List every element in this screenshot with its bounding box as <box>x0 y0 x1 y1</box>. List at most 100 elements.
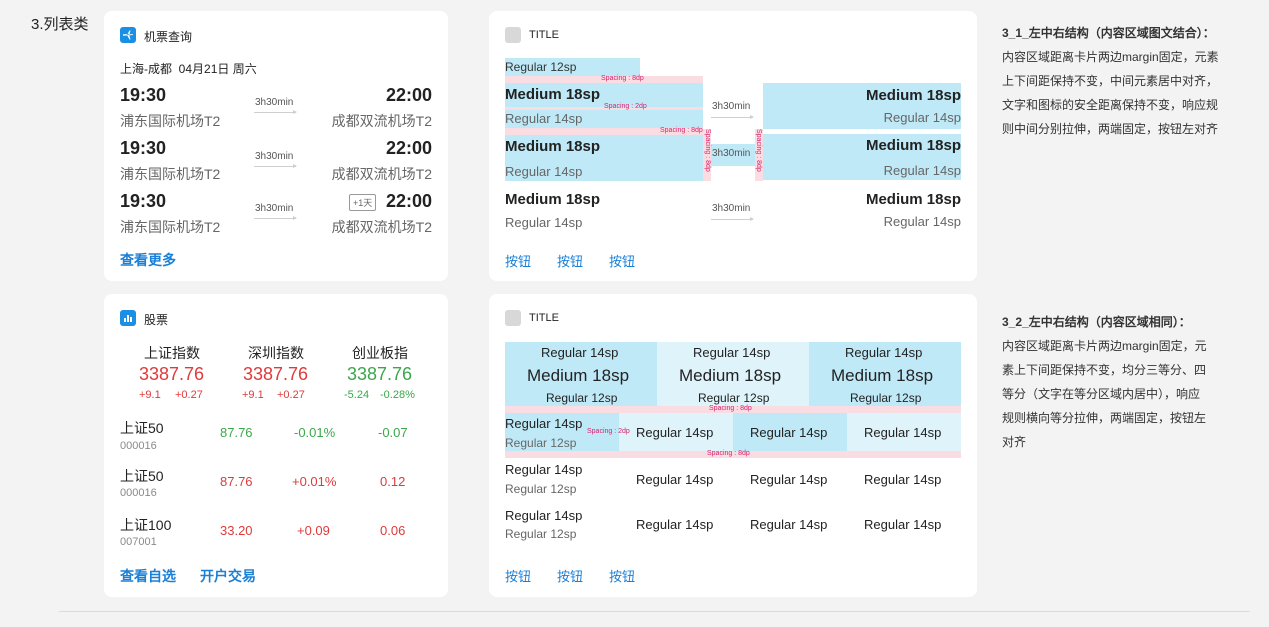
regular-12-label: Regular 12sp <box>546 391 618 405</box>
regular-14-label: Regular 14sp <box>505 416 583 431</box>
button-link[interactable]: 按钮 <box>505 251 531 270</box>
button-link[interactable]: 按钮 <box>557 251 583 270</box>
duration: 3h30min <box>712 148 751 159</box>
arrival-time: 22:00 <box>385 191 432 211</box>
stock-name: 上证100 <box>120 517 172 533</box>
departure-time: 19:30 <box>120 85 167 105</box>
stock-code: 000016 <box>120 440 157 452</box>
note-1: 3_1_左中右结构（内容区域图文结合）： 内容区域距离卡片两边margin固定，… <box>1002 21 1252 141</box>
route-text: 上海-成都 <box>120 62 172 76</box>
divider <box>59 611 1250 612</box>
duration-arrow <box>254 164 297 168</box>
spacing-label: Spacing : 8dp <box>709 405 752 412</box>
button-link[interactable]: 按钮 <box>557 566 583 585</box>
note-line: 规则横向等分拉伸，两端固定，按钮左 <box>1002 411 1207 425</box>
index-name: 创业板指 <box>352 345 408 361</box>
placeholder-icon <box>505 27 521 43</box>
regular-14-label: Regular 14sp <box>750 472 828 487</box>
regular-14-label: Regular 14sp <box>864 517 942 532</box>
spacing-label: Spacing : 2dp <box>587 428 630 435</box>
stock-change: 0.12 <box>380 474 406 489</box>
stock-percent: +0.01% <box>292 474 337 489</box>
button-link[interactable]: 按钮 <box>505 566 531 585</box>
index-percent: -0.28% <box>380 389 415 401</box>
departure-time: 19:30 <box>120 191 167 211</box>
spec-card-title: TITLE <box>529 29 559 41</box>
spec-card-2: TITLE Regular 14sp Medium 18sp Regular 1… <box>489 294 977 597</box>
regular-12-label: Regular 12sp <box>698 391 770 405</box>
duration-arrow <box>254 216 297 220</box>
duration: 3h30min <box>712 101 751 112</box>
button-link[interactable]: 按钮 <box>609 251 635 270</box>
arrival-time: 22:00 <box>385 85 432 105</box>
note-2: 3_2_左中右结构（内容区域相同）： 内容区域距离卡片两边margin固定，元 … <box>1002 310 1252 454</box>
stock-code: 000016 <box>120 487 157 499</box>
regular-14-label: Regular 14sp <box>505 508 583 523</box>
stock-code: 007001 <box>120 536 157 548</box>
regular-14-label: Regular 14sp <box>750 425 828 440</box>
stock-change: -0.07 <box>378 425 408 440</box>
note-line: 文字和图标的安全距离保持不变，响应规 <box>1002 98 1219 112</box>
spec-card-title: TITLE <box>529 312 559 324</box>
regular-14-label: Regular 14sp <box>864 472 942 487</box>
regular-12-label: Regular 12sp <box>505 60 577 74</box>
button-link[interactable]: 按钮 <box>609 566 635 585</box>
note-line: 上下间距保持不变，中间元素居中对齐， <box>1002 74 1219 88</box>
medium-18-label: Medium 18sp <box>679 366 782 385</box>
note-heading: 3_2_左中右结构（内容区域相同）： <box>1002 315 1191 329</box>
medium-18-label: Medium 18sp <box>865 191 961 208</box>
index-value: 3387.76 <box>139 364 205 384</box>
open-account-link[interactable]: 开户交易 <box>200 566 256 586</box>
arrival-airport: 成都双流机场T2 <box>331 166 432 182</box>
regular-14-label: Regular 14sp <box>636 517 714 532</box>
index-percent: +0.27 <box>175 389 203 401</box>
duration: 3h30min <box>255 151 294 162</box>
regular-14-label: Regular 14sp <box>636 425 714 440</box>
note-line: 素上下间距保持不变，均分三等分、四 <box>1002 363 1207 377</box>
duration-arrow <box>254 110 297 114</box>
medium-18-label: Medium 18sp <box>831 366 934 385</box>
view-more-link[interactable]: 查看更多 <box>120 250 176 270</box>
placeholder-icon <box>505 310 521 326</box>
airplane-icon <box>120 27 136 43</box>
index-name: 上证指数 <box>144 345 200 361</box>
note-line: 内容区域距离卡片两边margin固定，元 <box>1002 339 1207 353</box>
flight-route: 上海-成都 04月21日 周六 <box>120 60 257 77</box>
index-value: 3387.76 <box>243 364 309 384</box>
regular-14-label: Regular 14sp <box>693 345 771 360</box>
stock-price: 33.20 <box>220 523 253 538</box>
medium-18-label: Medium 18sp <box>505 138 601 155</box>
regular-12-label: Regular 12sp <box>505 527 577 541</box>
stock-name: 上证50 <box>120 420 164 436</box>
departure-airport: 浦东国际机场T2 <box>120 113 221 129</box>
watchlist-link[interactable]: 查看自选 <box>120 566 176 586</box>
note-line: 等分（文字在等分区域内居中），响应 <box>1002 387 1201 401</box>
date-text: 04月21日 周六 <box>178 62 257 76</box>
regular-14-label: Regular 14sp <box>505 215 583 230</box>
regular-14-label: Regular 14sp <box>505 111 583 126</box>
stock-price: 87.76 <box>220 425 253 440</box>
stock-price: 87.76 <box>220 474 253 489</box>
arrival-time: 22:00 <box>385 138 432 158</box>
index-name: 深圳指数 <box>248 345 304 361</box>
departure-airport: 浦东国际机场T2 <box>120 166 221 182</box>
stock-change: 0.06 <box>380 523 406 538</box>
stock-percent: -0.01% <box>294 425 336 440</box>
spacing-label: Spacing : 8dp <box>707 450 750 457</box>
medium-18-label: Medium 18sp <box>865 87 961 104</box>
index-value: 3387.76 <box>347 364 413 384</box>
duration-arrow <box>711 115 754 119</box>
note-line: 内容区域距离卡片两边margin固定，元素 <box>1002 50 1219 64</box>
note-line: 则中间分别拉伸，两端固定，按钮左对齐 <box>1002 122 1219 136</box>
departure-airport: 浦东国际机场T2 <box>120 219 221 235</box>
duration-arrow <box>711 217 754 221</box>
arrival-airport: 成都双流机场T2 <box>331 113 432 129</box>
index-percent: +0.27 <box>277 389 305 401</box>
spacing-label: Spacing : 8dp <box>601 75 644 82</box>
regular-14-label: Regular 14sp <box>845 345 923 360</box>
next-day-badge: +1天 <box>349 194 377 211</box>
flight-card-title: 机票查询 <box>144 30 193 44</box>
medium-18-label: Medium 18sp <box>865 137 961 154</box>
spacing-label: Spacing : 8dp <box>660 127 703 134</box>
medium-18-label: Medium 18sp <box>505 191 601 208</box>
